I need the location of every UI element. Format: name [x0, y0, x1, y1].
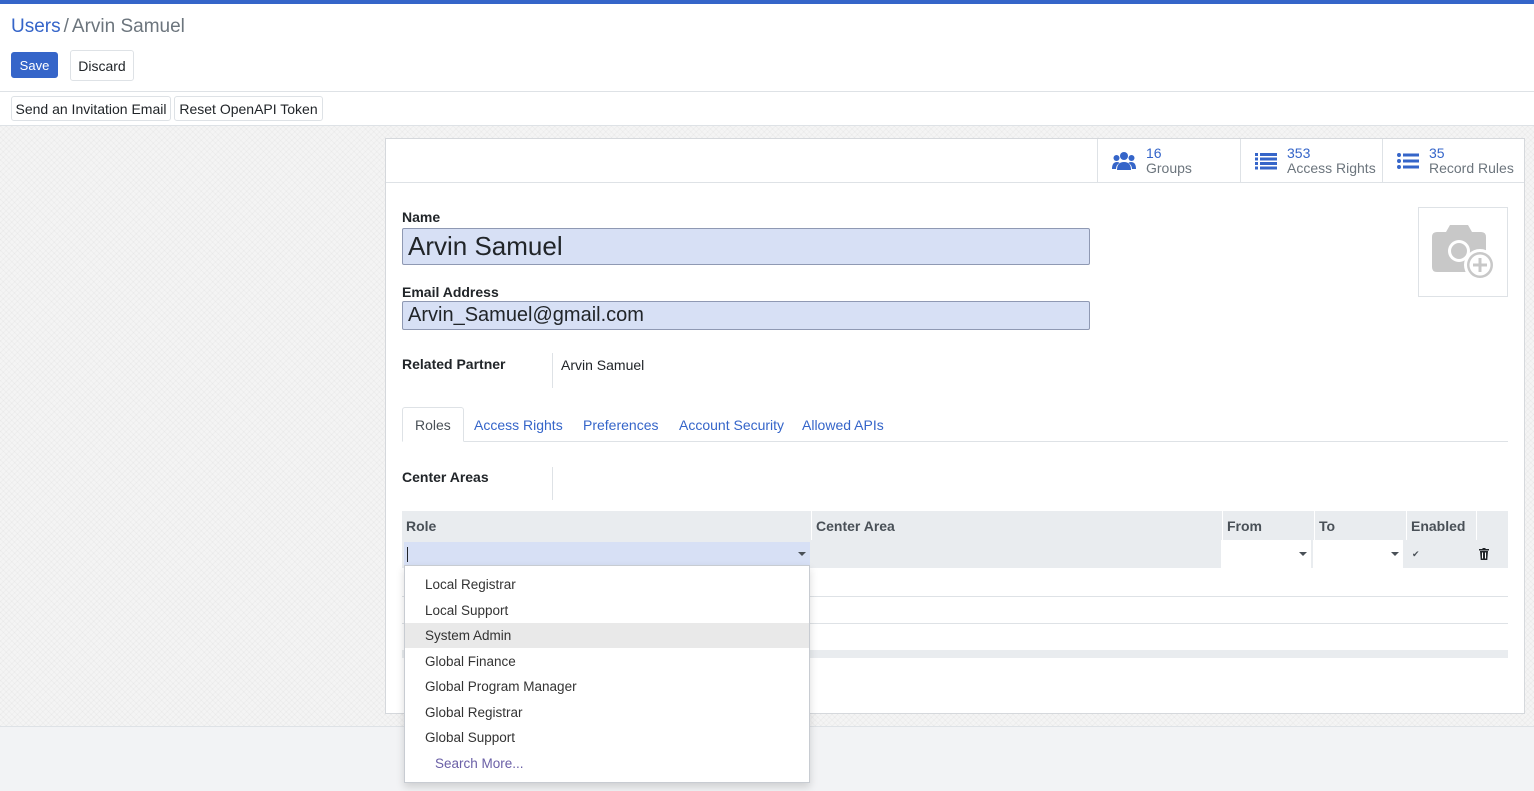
breadcrumb-current: Arvin Samuel [71, 16, 185, 37]
access-rights-count: 353 [1287, 145, 1311, 161]
field-separator [552, 353, 553, 388]
dropdown-option-highlighted[interactable]: System Admin [405, 623, 809, 648]
chevron-down-icon [1391, 552, 1399, 556]
record-rules-smart-button[interactable]: 35 Record Rules [1382, 139, 1524, 183]
tab-access-rights[interactable]: Access Rights [474, 407, 563, 442]
top-accent-bar [0, 0, 1534, 4]
dropdown-option[interactable]: Global Finance [405, 649, 809, 674]
role-dropdown-menu: Local Registrar Local Support System Adm… [404, 565, 810, 783]
enabled-checkbox[interactable]: ✔ [1412, 549, 1420, 560]
tab-allowed-apis[interactable]: Allowed APIs [802, 407, 884, 442]
text-cursor [407, 547, 408, 562]
tab-account-security[interactable]: Account Security [679, 407, 784, 442]
center-areas-label: Center Areas [402, 469, 489, 485]
role-select-input[interactable] [404, 542, 810, 566]
trash-icon[interactable] [1479, 548, 1489, 560]
save-button[interactable]: Save [11, 52, 58, 78]
tab-roles[interactable]: Roles [402, 407, 464, 442]
record-rules-count: 35 [1429, 145, 1445, 161]
column-enabled[interactable]: Enabled [1407, 511, 1477, 540]
groups-count: 16 [1146, 145, 1162, 161]
search-more-link[interactable]: Search More... [405, 751, 809, 776]
name-input[interactable]: Arvin Samuel [402, 228, 1090, 265]
roles-table-header: Role Center Area From To Enabled [402, 511, 1508, 540]
name-label: Name [402, 209, 441, 225]
chevron-down-icon [798, 552, 806, 556]
access-rights-smart-button[interactable]: 353 Access Rights [1240, 139, 1382, 183]
tab-preferences[interactable]: Preferences [583, 407, 658, 442]
column-to[interactable]: To [1315, 511, 1407, 540]
related-partner-value[interactable]: Arvin Samuel [561, 357, 644, 373]
dropdown-option[interactable]: Global Support [405, 725, 809, 750]
discard-button[interactable]: Discard [70, 50, 134, 81]
avatar-upload[interactable] [1418, 207, 1508, 297]
groups-label: Groups [1146, 160, 1192, 176]
email-input[interactable]: Arvin_Samuel@gmail.com [402, 301, 1090, 330]
related-partner-label: Related Partner [402, 356, 506, 372]
dropdown-option[interactable]: Global Program Manager [405, 674, 809, 699]
to-date-input[interactable] [1313, 540, 1403, 568]
camera-plus-icon [1432, 225, 1496, 281]
list-icon [1255, 153, 1277, 170]
divider [0, 91, 1534, 92]
table-row-editing: ✔ [402, 540, 1508, 568]
groups-smart-button[interactable]: 16 Groups [1097, 139, 1240, 183]
column-center-area[interactable]: Center Area [812, 511, 1223, 540]
email-label: Email Address [402, 284, 499, 300]
users-icon [1112, 152, 1136, 170]
dropdown-option[interactable]: Local Support [405, 598, 809, 623]
dropdown-option[interactable]: Global Registrar [405, 700, 809, 725]
chevron-down-icon [1299, 552, 1307, 556]
access-rights-label: Access Rights [1287, 160, 1376, 176]
dropdown-option[interactable]: Local Registrar [405, 572, 809, 597]
breadcrumb-users-link[interactable]: Users [11, 16, 61, 37]
smart-button-bar: 16 Groups 353 Access Rights 35 Record Rules [386, 139, 1524, 183]
breadcrumb-separator: / [63, 16, 69, 37]
breadcrumb: Users / Arvin Samuel [11, 16, 185, 38]
notebook-tabs: Roles Access Rights Preferences Account … [402, 407, 1508, 442]
field-separator [552, 467, 553, 500]
list-icon [1397, 153, 1419, 169]
record-rules-label: Record Rules [1429, 160, 1514, 176]
send-invitation-email-button[interactable]: Send an Invitation Email [11, 96, 171, 121]
column-role[interactable]: Role [402, 511, 812, 540]
column-from[interactable]: From [1223, 511, 1315, 540]
reset-openapi-token-button[interactable]: Reset OpenAPI Token [174, 96, 323, 121]
from-date-input[interactable] [1221, 540, 1311, 568]
